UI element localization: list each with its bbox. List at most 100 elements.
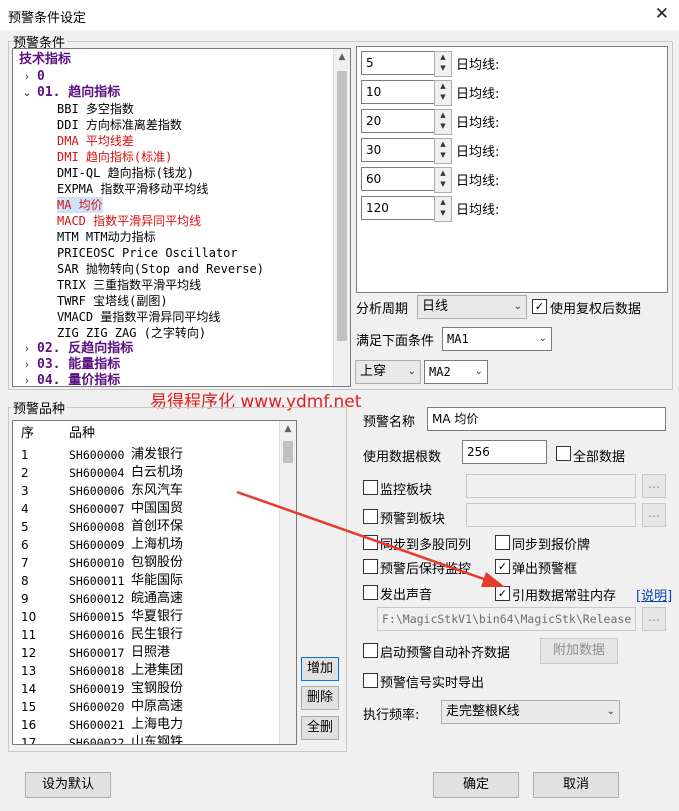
use-adjusted-checkbox[interactable]: ✓ <box>532 299 547 314</box>
param-stepper[interactable]: ▲ ▼ <box>434 138 452 164</box>
frequency-select[interactable]: 走完整根K线 ⌄ <box>441 700 620 724</box>
spin-down-icon[interactable]: ▼ <box>435 63 451 74</box>
tree-item[interactable]: BBI 多空指数 <box>57 101 134 117</box>
table-row[interactable]: 4 SH600007 中国国贸 <box>13 500 278 518</box>
period-select[interactable]: 日线 ⌄ <box>417 295 527 319</box>
table-row[interactable]: 12 SH600017 日照港 <box>13 644 278 662</box>
condition-select[interactable]: MA1 ⌄ <box>442 327 552 351</box>
sync-multi-checkbox[interactable] <box>363 535 378 550</box>
remove-button[interactable]: 删除 <box>301 686 339 710</box>
tree-item[interactable]: PRICEOSC Price Oscillator <box>57 245 238 261</box>
tree-scroll-thumb[interactable] <box>337 71 347 341</box>
param-spinner[interactable]: 120 ▲ ▼ 日均线: <box>361 196 521 222</box>
chevron-down-icon[interactable]: ⌄ <box>21 85 33 101</box>
param-stepper[interactable]: ▲ ▼ <box>434 109 452 135</box>
tree-item[interactable]: DDI 方向标准离差指数 <box>57 117 182 133</box>
table-row[interactable]: 9 SH600012 皖通高速 <box>13 590 278 608</box>
param-spinner[interactable]: 60 ▲ ▼ 日均线: <box>361 167 521 193</box>
spin-down-icon[interactable]: ▼ <box>435 150 451 161</box>
sound-path-browse-button[interactable]: ... <box>642 607 666 631</box>
table-row[interactable]: 2 SH600004 白云机场 <box>13 464 278 482</box>
cross-target-select[interactable]: MA2 ⌄ <box>424 360 488 384</box>
param-spinner[interactable]: 10 ▲ ▼ 日均线: <box>361 80 521 106</box>
tree-item[interactable]: DMI-QL 趋向指标(钱龙) <box>57 165 194 181</box>
tree-item[interactable]: MA 均价 <box>57 197 103 213</box>
spin-down-icon[interactable]: ▼ <box>435 208 451 219</box>
spin-up-icon[interactable]: ▲ <box>435 197 451 208</box>
tree-group[interactable]: 02. 反趋向指标 <box>37 341 133 357</box>
param-spinner[interactable]: 20 ▲ ▼ 日均线: <box>361 109 521 135</box>
tree-item[interactable]: EXPMA 指数平滑移动平均线 <box>57 181 208 197</box>
stock-list[interactable]: 序 品种 1 SH600000 浦发银行 2 SH600004 白云机场 3 SH600006… <box>12 420 297 745</box>
table-row[interactable]: 3 SH600006 东风汽车 <box>13 482 278 500</box>
scroll-up-icon[interactable]: ▲ <box>280 421 296 437</box>
resident-checkbox[interactable]: ✓ <box>495 586 510 601</box>
spin-up-icon[interactable]: ▲ <box>435 81 451 92</box>
keep-monitor-checkbox[interactable] <box>363 559 378 574</box>
param-stepper[interactable]: ▲ ▼ <box>434 167 452 193</box>
monitor-block-checkbox[interactable] <box>363 480 378 495</box>
tree-item[interactable]: TRIX 三重指数平滑平均线 <box>57 277 201 293</box>
param-value-input[interactable]: 120 <box>361 196 435 220</box>
tree-item[interactable]: TWRF 宝塔线(副图) <box>57 293 168 309</box>
param-stepper[interactable]: ▲ ▼ <box>434 80 452 106</box>
data-count-input[interactable]: 256 <box>462 440 547 464</box>
ok-button[interactable]: 确定 <box>433 772 519 798</box>
tree-group[interactable]: 04. 量价指标 <box>37 373 120 386</box>
table-row[interactable]: 5 SH600008 首创环保 <box>13 518 278 536</box>
param-spinner[interactable]: 5 ▲ ▼ 日均线: <box>361 51 521 77</box>
tree-item[interactable]: MACD 指数平滑异同平均线 <box>57 213 201 229</box>
tree-group[interactable]: 0 <box>37 69 45 85</box>
scroll-up-icon[interactable]: ▲ <box>334 49 350 65</box>
table-row[interactable]: 11 SH600016 民生银行 <box>13 626 278 644</box>
table-row[interactable]: 16 SH600021 上海电力 <box>13 716 278 734</box>
stock-scrollbar[interactable]: ▲ <box>279 421 296 744</box>
table-row[interactable]: 17 SH600022 山东钢铁 <box>13 734 278 744</box>
spin-up-icon[interactable]: ▲ <box>435 52 451 63</box>
tree-item[interactable]: MTM MTM动力指标 <box>57 229 156 245</box>
alert-name-input[interactable]: MA 均价 <box>427 407 666 431</box>
param-value-input[interactable]: 30 <box>361 138 435 162</box>
sound-checkbox[interactable] <box>363 585 378 600</box>
tree-root[interactable]: 技术指标 <box>19 52 71 68</box>
spin-up-icon[interactable]: ▲ <box>435 168 451 179</box>
table-row[interactable]: 10 SH600015 华夏银行 <box>13 608 278 626</box>
param-value-input[interactable]: 10 <box>361 80 435 104</box>
realtime-export-checkbox[interactable] <box>363 673 378 688</box>
all-data-checkbox[interactable] <box>556 446 571 461</box>
table-row[interactable]: 8 SH600011 华能国际 <box>13 572 278 590</box>
chevron-right-icon[interactable]: › <box>21 341 33 357</box>
spin-up-icon[interactable]: ▲ <box>435 139 451 150</box>
param-value-input[interactable]: 60 <box>361 167 435 191</box>
indicator-tree[interactable]: 技术指标 0 › 01. 趋向指标 ⌄ BBI 多空指数 DDI 方向标准离差指数 DMA … <box>12 48 351 387</box>
table-row[interactable]: 7 SH600010 包钢股份 <box>13 554 278 572</box>
spin-down-icon[interactable]: ▼ <box>435 121 451 132</box>
spin-down-icon[interactable]: ▼ <box>435 179 451 190</box>
chevron-right-icon[interactable]: › <box>21 69 33 85</box>
param-value-input[interactable]: 20 <box>361 109 435 133</box>
spin-up-icon[interactable]: ▲ <box>435 110 451 121</box>
auto-fill-checkbox[interactable] <box>363 643 378 658</box>
extra-data-button[interactable]: 附加数据 <box>540 638 618 664</box>
chevron-right-icon[interactable]: › <box>21 373 33 386</box>
table-row[interactable]: 6 SH600009 上海机场 <box>13 536 278 554</box>
set-default-button[interactable]: 设为默认 <box>25 772 111 798</box>
tree-item[interactable]: SAR 抛物转向(Stop and Reverse) <box>57 261 264 277</box>
chevron-right-icon[interactable]: › <box>21 357 33 373</box>
tree-item[interactable]: DMI 趋向指标(标准) <box>57 149 172 165</box>
table-row[interactable]: 15 SH600020 中原高速 <box>13 698 278 716</box>
spin-down-icon[interactable]: ▼ <box>435 92 451 103</box>
tree-group[interactable]: 03. 能量指标 <box>37 357 120 373</box>
tree-group[interactable]: 01. 趋向指标 <box>37 85 120 101</box>
param-spinner[interactable]: 30 ▲ ▼ 日均线: <box>361 138 521 164</box>
add-button[interactable]: 增加 <box>301 657 339 681</box>
param-stepper[interactable]: ▲ ▼ <box>434 196 452 222</box>
tree-item[interactable]: ZIG ZIG ZAG (之字转向) <box>57 325 206 341</box>
table-row[interactable]: 14 SH600019 宝钢股份 <box>13 680 278 698</box>
tree-item[interactable]: VMACD 量指数平滑异同平均线 <box>57 309 220 325</box>
table-row[interactable]: 13 SH600018 上港集团 <box>13 662 278 680</box>
tree-scrollbar[interactable]: ▲ <box>333 49 350 386</box>
stock-scroll-thumb[interactable] <box>283 441 293 463</box>
param-stepper[interactable]: ▲ ▼ <box>434 51 452 77</box>
cross-select[interactable]: 上穿 ⌄ <box>355 360 421 384</box>
